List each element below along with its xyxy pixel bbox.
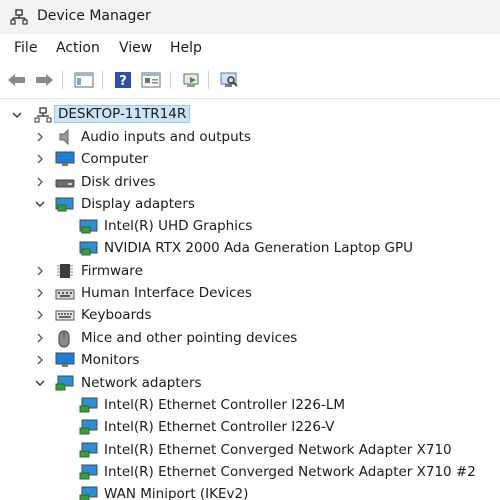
chevron-right-icon[interactable] [33, 130, 47, 144]
tree-child-nvidia-rtx-2000[interactable]: NVIDIA RTX 2000 Ada Generation Laptop GP… [0, 237, 500, 259]
tree-child-label: WAN Miniport (IKEv2) [104, 486, 249, 500]
mouse-icon [57, 330, 75, 348]
title-bar: Device Manager [0, 0, 500, 34]
chevron-right-icon[interactable] [33, 152, 47, 166]
firmware-chip-icon [56, 263, 74, 279]
display-adapter-icon [79, 218, 98, 234]
tree-child-label: NVIDIA RTX 2000 Ada Generation Laptop GP… [104, 240, 414, 256]
tree-child-label: Intel(R) Ethernet Converged Network Adap… [104, 464, 476, 480]
chevron-right-icon[interactable] [33, 264, 47, 278]
tree-child-converged-x710[interactable]: Intel(R) Ethernet Converged Network Adap… [0, 439, 500, 461]
forward-arrow-icon[interactable] [33, 69, 55, 91]
computer-root-icon [34, 107, 52, 123]
display-adapter-icon [79, 240, 98, 256]
menu-bar: File Action View Help [0, 34, 500, 62]
show-hide-console-tree-icon[interactable] [73, 69, 95, 91]
chevron-right-icon[interactable] [33, 308, 47, 322]
chevron-right-icon[interactable] [33, 175, 47, 189]
tree-item-mice-and-other-pointing-devices[interactable]: Mice and other pointing devices [0, 327, 500, 349]
network-adapter-icon [79, 419, 98, 435]
tree-item-label: Keyboards [81, 307, 152, 323]
tree-item-display-adapters[interactable]: Display adapters [0, 193, 500, 215]
tree-child-label: Intel(R) Ethernet Converged Network Adap… [104, 442, 452, 458]
display-adapter-icon [55, 196, 74, 212]
chevron-right-icon[interactable] [33, 353, 47, 367]
scan-hardware-icon[interactable] [218, 69, 240, 91]
toolbar-separator [170, 71, 171, 89]
toolbar: ? [0, 62, 500, 99]
tree-item-label: Audio inputs and outputs [81, 129, 251, 145]
tree-child-intel-uhd-graphics[interactable]: Intel(R) UHD Graphics [0, 215, 500, 237]
tree-child-label: Intel(R) Ethernet Controller I226-LM [104, 397, 346, 413]
tree-item-label: Firmware [81, 263, 143, 279]
tree-item-label: Display adapters [81, 196, 195, 212]
tree-child-label: Intel(R) Ethernet Controller I226-V [104, 419, 335, 435]
help-icon[interactable]: ? [112, 69, 134, 91]
chevron-right-icon[interactable] [33, 286, 47, 300]
tree-child-converged-x710-2[interactable]: Intel(R) Ethernet Converged Network Adap… [0, 461, 500, 483]
menu-action[interactable]: Action [56, 40, 100, 56]
chevron-right-icon[interactable] [33, 331, 47, 345]
tree-item-audio-inputs-and-outputs[interactable]: Audio inputs and outputs [0, 126, 500, 148]
tree-item-label: Monitors [81, 352, 140, 368]
keyboard-icon [55, 307, 75, 323]
device-manager-icon [10, 9, 28, 25]
tree-child-ethernet-i226-v[interactable]: Intel(R) Ethernet Controller I226-V [0, 416, 500, 438]
tree-root-label: DESKTOP-11TR14R [54, 105, 191, 123]
toolbar-separator [102, 71, 103, 89]
menu-view[interactable]: View [119, 40, 152, 56]
tree-item-firmware[interactable]: Firmware [0, 260, 500, 282]
menu-help[interactable]: Help [170, 40, 202, 56]
properties-icon[interactable] [140, 69, 162, 91]
tree-child-label: Intel(R) UHD Graphics [104, 218, 253, 234]
chevron-down-icon[interactable] [33, 197, 47, 211]
toolbar-separator [62, 71, 63, 89]
tree-item-computer[interactable]: Computer [0, 148, 500, 170]
network-adapter-icon [79, 464, 98, 480]
window-title: Device Manager [37, 8, 151, 24]
device-manager-window: Device Manager File Action View Help ? D… [0, 0, 500, 500]
tree-child-ethernet-i226-lm[interactable]: Intel(R) Ethernet Controller I226-LM [0, 394, 500, 416]
speaker-icon [57, 128, 75, 146]
tree-item-network-adapters[interactable]: Network adapters [0, 372, 500, 394]
network-adapter-icon [79, 442, 98, 458]
tree-item-monitors[interactable]: Monitors [0, 349, 500, 371]
network-adapter-icon [55, 375, 74, 391]
tree-item-label: Disk drives [81, 174, 156, 190]
tree-item-disk-drives[interactable]: Disk drives [0, 171, 500, 193]
tree-item-keyboards[interactable]: Keyboards [0, 304, 500, 326]
tree-child-wan-miniport-ikev2[interactable]: WAN Miniport (IKEv2) [0, 483, 500, 500]
svg-text:?: ? [119, 74, 127, 89]
monitor-icon [55, 151, 75, 167]
update-driver-icon[interactable] [180, 69, 202, 91]
tree-item-label: Mice and other pointing devices [81, 330, 298, 346]
device-tree: DESKTOP-11TR14R Audio inputs and outputs… [0, 99, 500, 500]
network-adapter-icon [79, 397, 98, 413]
toolbar-separator [208, 71, 209, 89]
disk-drive-icon [55, 174, 75, 190]
monitor-icon [55, 352, 75, 368]
tree-item-label: Human Interface Devices [81, 285, 252, 301]
tree-root[interactable]: DESKTOP-11TR14R [0, 104, 500, 126]
hid-keyboard-icon [55, 285, 75, 301]
back-arrow-icon[interactable] [6, 69, 28, 91]
tree-item-label: Computer [81, 151, 149, 167]
chevron-down-icon[interactable] [10, 108, 24, 122]
tree-item-human-interface-devices[interactable]: Human Interface Devices [0, 282, 500, 304]
network-adapter-icon [79, 486, 98, 500]
tree-item-label: Network adapters [81, 375, 202, 391]
chevron-down-icon[interactable] [33, 376, 47, 390]
menu-file[interactable]: File [14, 40, 37, 56]
